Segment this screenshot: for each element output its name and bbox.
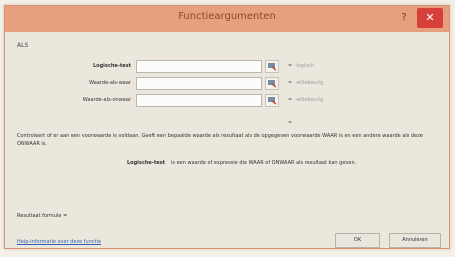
argument-description: Logische-test is een waarde of expressie …	[17, 160, 441, 166]
formula-result: Resultaat formule =	[17, 213, 68, 219]
function-name: ALS	[17, 42, 29, 49]
help-button[interactable]: ?	[395, 9, 413, 27]
close-button[interactable]: ✕	[417, 8, 443, 28]
argument-description-name: Logische-test	[126, 160, 165, 166]
title-bar[interactable]: Functieargumenten ? ✕	[5, 6, 449, 32]
argument-label-waarde-als-waar: Waarde-als-waar	[89, 80, 131, 86]
argument-description-text: is een waarde of expressie die WAAR of O…	[171, 160, 357, 166]
argument-result-value: willekeurig	[296, 97, 324, 103]
equals-sign: =	[288, 80, 293, 86]
range-select-icon	[268, 63, 277, 71]
function-arguments-dialog: Functieargumenten ? ✕ ALS Logische-test …	[4, 5, 450, 249]
range-select-icon	[268, 97, 277, 105]
argument-label-logische-test: Logische-test	[92, 63, 131, 69]
range-select-icon	[268, 80, 277, 88]
argument-input-waarde-als-waar[interactable]	[136, 77, 262, 90]
argument-result-waarde-als-waar: = willekeurig	[288, 80, 323, 86]
argument-label-waarde-als-onwaar: Waarde-als-onwaar	[82, 97, 131, 103]
ok-button[interactable]: OK	[335, 233, 380, 248]
argument-result-value: willekeurig	[296, 80, 324, 86]
equals-sign: =	[288, 63, 293, 69]
argument-input-waarde-als-onwaar[interactable]	[136, 94, 262, 107]
collapse-dialog-button[interactable]	[265, 94, 279, 107]
collapse-dialog-button[interactable]	[265, 60, 279, 73]
argument-result-value: logisch	[296, 63, 314, 69]
argument-result-waarde-als-onwaar: = willekeurig	[288, 97, 323, 103]
argument-input-logische-test[interactable]	[136, 60, 262, 73]
collapse-dialog-button[interactable]	[265, 77, 279, 90]
help-link[interactable]: Help-informatie over deze functie	[17, 239, 101, 245]
argument-result-logische-test: = logisch	[288, 63, 314, 69]
cancel-button[interactable]: Annuleren	[389, 233, 441, 248]
function-result-equals: =	[288, 120, 293, 126]
dialog-title: Functieargumenten	[178, 11, 276, 22]
function-description: Controleert of er aan een voorwaarde is …	[17, 133, 423, 147]
equals-sign: =	[288, 97, 293, 103]
